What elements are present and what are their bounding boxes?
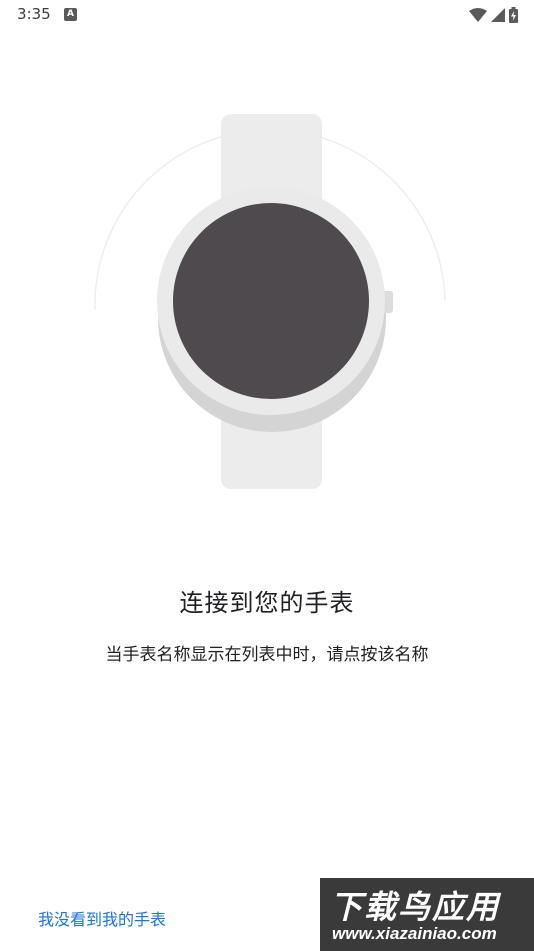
watermark-bottom-text: www.xiazainiao.com — [332, 924, 497, 943]
no-watch-link[interactable]: 我没看到我的手表 — [38, 906, 166, 930]
smartwatch-illustration — [94, 114, 446, 489]
page-title: 连接到您的手表 — [179, 589, 355, 617]
status-time: 3:35 — [17, 5, 51, 23]
watermark-logo: 下载鸟应用 www.xiazainiao.com — [320, 878, 534, 951]
wifi-icon — [469, 8, 487, 22]
battery-charging-icon — [509, 7, 518, 23]
status-bar: 3:35 A — [0, 0, 534, 30]
page-subtitle: 当手表名称显示在列表中时，请点按该名称 — [105, 645, 429, 665]
watermark-top-text: 下载鸟应用 — [330, 888, 501, 926]
signal-icon — [491, 8, 505, 22]
watch-pairing-screen: 3:35 A 连接到您的手表 当手表名称显示在列表中时，请点按该名称 我没看到我… — [0, 0, 534, 951]
notification-icon: A — [64, 8, 77, 21]
watch-face — [173, 203, 369, 399]
status-icons — [469, 6, 518, 24]
